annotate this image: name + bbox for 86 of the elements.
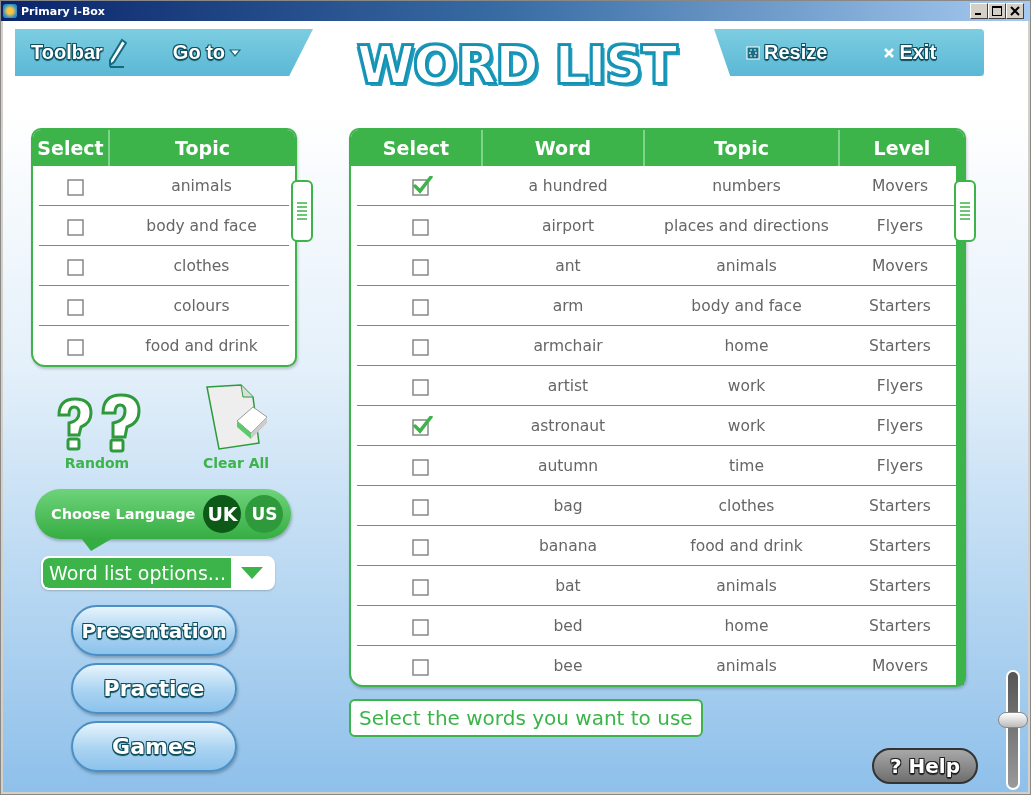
table-cell-text: work [726, 415, 767, 437]
table-cell-text: Starters [868, 535, 932, 557]
toolbar-button[interactable]: Resize [746, 41, 828, 64]
table-cell-text: Flyers [875, 415, 925, 437]
table-cell-text: airport [541, 215, 595, 237]
language-option[interactable]: UK [203, 495, 242, 533]
nav-button[interactable]: Games [71, 721, 237, 772]
window-title: Primary i-Box [21, 4, 106, 18]
minimize-button[interactable] [970, 3, 988, 19]
table-cell-text: animals [715, 255, 778, 277]
close-icon [1010, 6, 1020, 16]
table-cell-text: colours [172, 295, 231, 317]
column-header: Topic [643, 130, 838, 166]
table-cell-text: Flyers [875, 455, 925, 477]
table-cell-text: body and face [690, 295, 803, 317]
table-cell-text: animals [715, 655, 778, 677]
table-cell-text: clothes [717, 495, 776, 517]
table-cell-text: banana [538, 535, 598, 557]
checkbox[interactable] [411, 175, 433, 196]
table-cell-text: time [728, 455, 765, 477]
table-cell-text: places and directions [663, 215, 830, 237]
slider-thumb[interactable] [998, 712, 1028, 728]
table-cell-text: clothes [172, 255, 231, 277]
help-button[interactable]: ? Help [872, 748, 978, 784]
table-cell-text: Movers [871, 175, 929, 197]
toolbar-button[interactable]: Exit [883, 41, 937, 64]
table-cell-text: ant [554, 255, 582, 277]
table-cell-text: Flyers [875, 375, 925, 397]
column-header: Select [36, 136, 105, 161]
table-cell-text: Movers [871, 655, 929, 677]
table-cell-text: Starters [868, 495, 932, 517]
close-icon [883, 46, 896, 59]
instruction-box: Select the words you want to use [349, 699, 703, 737]
table-cell-text: home [723, 335, 770, 357]
table-cell-text: bat [554, 575, 582, 597]
table-cell-text: animals [715, 575, 778, 597]
language-label: Choose Language [51, 506, 196, 522]
resize-icon [746, 45, 760, 60]
table-cell-text: artist [546, 375, 590, 397]
table-cell-text: Starters [868, 575, 932, 597]
column-header: Topic [108, 130, 295, 166]
dropdown-arrow-icon [240, 566, 264, 580]
volume-slider[interactable] [998, 670, 1028, 790]
pencil-icon [106, 37, 127, 68]
table-cell-text: bee [552, 655, 584, 677]
language-option[interactable]: US [245, 495, 284, 533]
grip-icon [959, 201, 971, 221]
maximize-button[interactable] [988, 3, 1006, 19]
scrollbar-thumb[interactable] [954, 180, 976, 242]
table-cell-text: arm [551, 295, 585, 317]
toolbar-button[interactable]: Go to [172, 41, 242, 64]
table-cell-text: Movers [871, 255, 929, 277]
caret-icon [229, 48, 242, 57]
column-header: Level [838, 130, 964, 166]
table-cell-text: astronaut [529, 415, 607, 437]
nav-button[interactable]: Practice [71, 663, 237, 714]
nav-button[interactable]: Presentation [71, 605, 237, 656]
minimize-icon [974, 13, 981, 15]
app-icon [3, 4, 17, 18]
table-cell-text: armchair [532, 335, 604, 357]
table-cell-text: a hundred [527, 175, 609, 197]
checkbox[interactable] [411, 415, 433, 436]
close-button[interactable] [1006, 3, 1024, 19]
grip-icon [296, 201, 308, 221]
random-button[interactable]: Random [47, 379, 147, 471]
table-cell-text: Flyers [875, 215, 925, 237]
table-cell-text: bed [552, 615, 584, 637]
table-cell-text: body and face [145, 215, 258, 237]
table-cell-text: food and drink [144, 335, 259, 357]
table-cell-text: numbers [711, 175, 782, 197]
table-cell-text: animals [170, 175, 233, 197]
table-cell-text: autumn [536, 455, 600, 477]
scrollbar-thumb[interactable] [291, 180, 313, 242]
toolbar-button[interactable]: Toolbar [31, 37, 127, 68]
table-cell-text: Starters [868, 295, 932, 317]
options-dropdown[interactable]: Word list options... [41, 556, 275, 590]
column-header: Select [381, 136, 451, 161]
table-cell-text: Starters [868, 335, 932, 357]
maximize-icon [992, 6, 1002, 16]
table-cell-text: work [726, 375, 767, 397]
table-cell-text: Starters [868, 615, 932, 637]
clear-all-button[interactable]: Clear All [201, 379, 271, 471]
table-cell-text: bag [552, 495, 584, 517]
table-cell-text: home [723, 615, 770, 637]
table-cell-text: food and drink [689, 535, 804, 557]
column-header: Word [481, 130, 643, 166]
